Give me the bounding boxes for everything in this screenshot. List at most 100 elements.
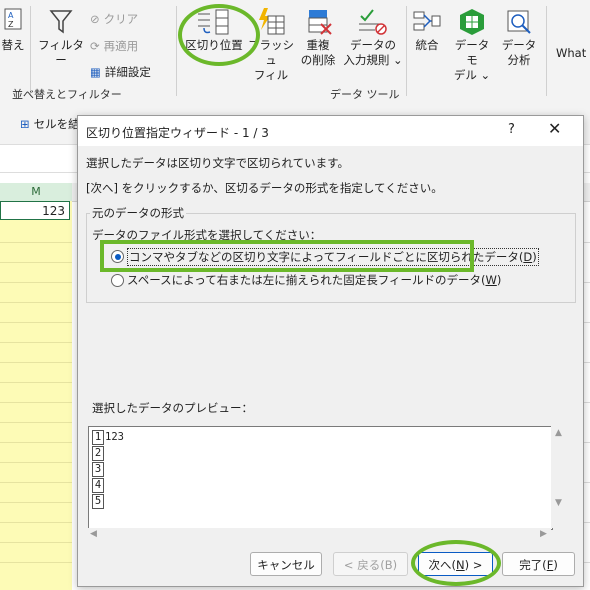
consolidate-icon [413,11,441,31]
sort-button[interactable]: A Z 替え [0,8,26,53]
row-line [0,422,72,423]
clear-label: クリア [103,12,139,26]
row-line [0,482,72,483]
merge-cells-button[interactable]: ⊞ セルを結 [20,116,80,132]
filter-icon [49,10,73,34]
remove-dup-line1: 重複 [306,38,330,52]
preview-row: 2 [92,446,105,461]
advanced-filter-button[interactable]: ▦ 詳細設定 [90,64,151,80]
data-model-label: データ モデル ⌄ [454,38,490,82]
filter-button[interactable]: フィルター [36,8,86,68]
highlight-ellipse-next-button [411,540,501,586]
finish-label: 完了( [519,558,547,572]
divider [30,6,31,96]
preview-row-number: 4 [92,478,104,493]
delimited-accesskey: D [523,250,533,264]
preview-row: 3 [92,462,105,477]
what-if-button[interactable]: What [556,46,590,61]
ribbon: A Z 替え フィルター ⊘ クリア ⟳ 再適用 ▦ 詳細設定 並べ替えとフィル… [0,0,590,105]
close-button[interactable]: ✕ [548,119,561,138]
highlight-ellipse-text-to-columns [178,4,260,66]
description-line1: 選択したデータは区切り文字で区切られています。 [86,156,350,170]
analysis-line2: 分析 [507,53,531,67]
reapply-button[interactable]: ⟳ 再適用 [90,38,138,54]
column-header-m[interactable]: M [0,183,72,203]
data-analysis-icon [507,10,531,34]
data-model-line2: デル ⌄ [453,68,491,82]
fixed-width-option[interactable]: スペースによって右または左に揃えられた固定長フィールドのデータ(W) [111,272,501,288]
analysis-line1: データ [501,38,537,52]
finish-label-end: ) [553,558,558,572]
preview-row-text: 123 [105,431,124,443]
flash-fill-icon [259,8,285,35]
remove-duplicates-label: 重複 の削除 [301,38,336,67]
description-line2: [次へ] をクリックするか、区切るデータの形式を指定してください。 [86,181,443,195]
row-line [0,382,72,383]
scroll-right-icon[interactable]: ▶ [540,529,547,539]
clear-button[interactable]: ⊘ クリア [90,11,138,27]
sort-filter-group-label: 並べ替えとフィルター [12,88,122,101]
finish-button[interactable]: 完了(F) [502,552,575,576]
preview-row: 1 123 [92,430,124,445]
merge-cells-label: セルを結 [33,117,80,131]
svg-text:A: A [8,11,14,20]
row-line [0,502,72,503]
row-line [0,462,72,463]
help-button[interactable]: ? [508,122,515,137]
divider [406,6,407,96]
advanced-label: 詳細設定 [104,65,151,79]
divider [546,6,547,96]
data-tools-group-label: データ ツール [330,88,400,101]
fixed-width-accesskey: W [485,273,497,287]
row-line [0,442,72,443]
remove-duplicates-button[interactable]: 重複 の削除 [296,8,340,68]
data-analysis-button[interactable]: データ 分析 [498,8,540,68]
clear-filter-icon: ⊘ [90,12,100,26]
dialog-title: 区切り位置指定ウィザード - 1 / 3 [86,126,269,140]
preview-vertical-scrollbar[interactable]: ▲ ▼ [551,426,567,528]
cancel-button[interactable]: キャンセル [250,552,322,576]
fixed-width-radio[interactable] [111,274,124,287]
back-button[interactable]: < 戻る(B) [333,552,408,576]
validation-line1: データの [350,38,396,52]
data-model-button[interactable]: データ モデル ⌄ [448,8,496,83]
highlighted-column [0,201,72,590]
validation-line2: 入力規則 ⌄ [343,53,403,67]
row-line [0,302,72,303]
consolidate-button[interactable]: 統合 [410,8,444,53]
preview-row-number: 3 [92,462,104,477]
highlight-rect-delimited-option [100,240,474,272]
data-validation-icon [359,9,387,35]
merge-cells-icon: ⊞ [20,117,30,131]
remove-dup-line2: の削除 [300,53,336,67]
row-line [0,362,72,363]
sort-az-icon: A Z [4,8,22,30]
data-validation-button[interactable]: データの 入力規則 ⌄ [340,8,406,68]
fixed-width-text: スペースによって右または左に揃えられた固定長フィールドのデータ( [127,273,486,287]
preview-row: 4 [92,478,105,493]
preview-row-number: 1 [92,430,104,445]
flash-fill-line2: フィル [253,68,289,82]
dialog-title-bar[interactable]: 区切り位置指定ウィザード - 1 / 3 ? ✕ [78,116,583,146]
selected-cell[interactable]: 123 [0,201,70,220]
original-format-legend: 元のデータの形式 [90,205,186,221]
scroll-up-icon[interactable]: ▲ [555,428,562,438]
text-import-wizard-dialog: 区切り位置指定ウィザード - 1 / 3 ? ✕ 選択したデータは区切り文字で区… [77,115,584,587]
data-analysis-label: データ 分析 [502,38,537,67]
consolidate-label: 統合 [415,38,439,52]
data-model-icon [460,9,484,35]
row-line [0,282,72,283]
preview-label: 選択したデータのプレビュー： [92,401,253,415]
data-preview-box[interactable]: 1 123 2 3 4 5 [88,426,553,530]
advanced-filter-icon: ▦ [90,65,101,79]
row-line [0,242,72,243]
row-line [0,542,72,543]
row-line [0,342,72,343]
scroll-down-icon[interactable]: ▼ [555,498,562,508]
preview-horizontal-scrollbar[interactable]: ◀ ▶ [88,528,551,542]
reapply-icon: ⟳ [90,39,100,53]
row-line [0,562,72,563]
preview-row: 5 [92,494,105,509]
row-line [0,322,72,323]
scroll-left-icon[interactable]: ◀ [90,529,97,539]
